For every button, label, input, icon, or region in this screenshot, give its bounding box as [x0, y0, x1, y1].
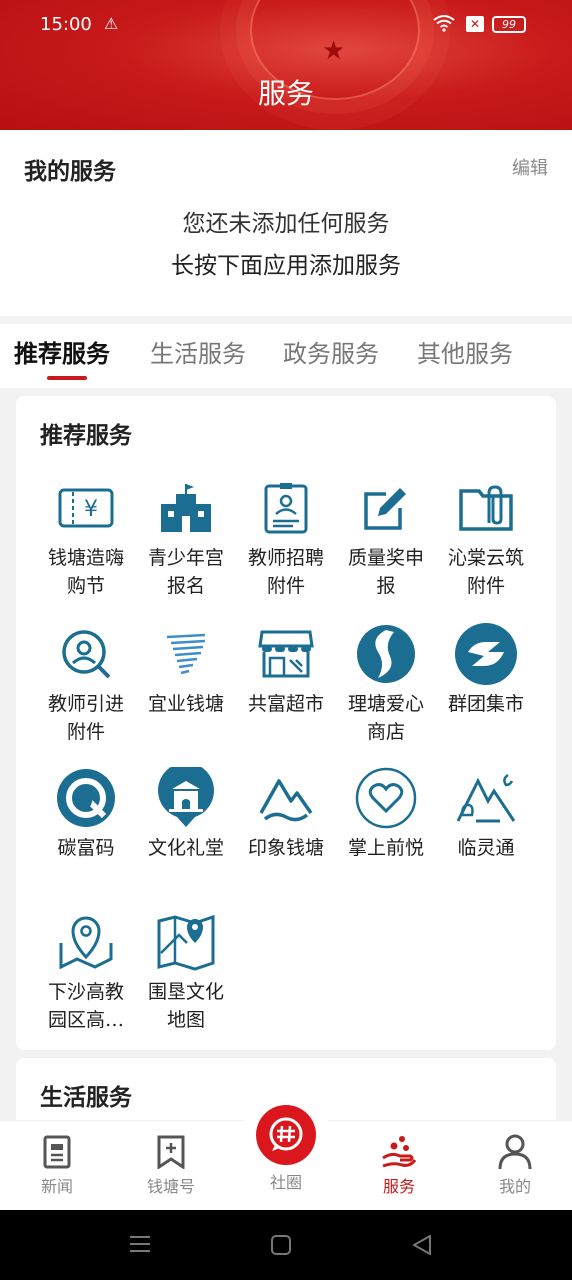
- home-icon[interactable]: [271, 1235, 291, 1255]
- service-label: 碳富码: [57, 837, 115, 859]
- service-label: 宜业钱塘: [147, 693, 224, 715]
- nav-community[interactable]: 社圈: [236, 1097, 336, 1192]
- service-item[interactable]: 群团集市: [436, 622, 536, 718]
- service-label: 掌上前悦: [347, 837, 424, 859]
- edit-button[interactable]: 编辑: [512, 154, 548, 180]
- service-item[interactable]: 质量奖申报: [336, 476, 436, 600]
- service-item[interactable]: 沁棠云筑附件: [436, 476, 536, 600]
- recommended-title: 推荐服务: [40, 423, 132, 449]
- service-item[interactable]: 青少年宫报名: [136, 476, 236, 600]
- service-label: 理塘爱心商店: [347, 693, 424, 743]
- swirl-logo-icon: [354, 622, 418, 686]
- bottom-nav: 新闻 钱塘号 社圈 服务 我的: [0, 1097, 572, 1210]
- folded-map-icon: [154, 910, 218, 974]
- map-pin-icon: [54, 910, 118, 974]
- service-item[interactable]: 理塘爱心商店: [336, 622, 436, 746]
- header-bar: ★ 15:00 ⚠ ✕ 99 服务: [0, 0, 572, 130]
- nav-label: 社圈: [269, 1173, 302, 1192]
- service-label: 印象钱塘: [247, 837, 324, 859]
- service-label: 质量奖申报: [347, 547, 424, 597]
- nav-news[interactable]: 新闻: [12, 1131, 102, 1197]
- user-icon: [470, 1131, 560, 1173]
- nav-mine[interactable]: 我的: [470, 1131, 560, 1197]
- menu-icon[interactable]: [130, 1236, 150, 1252]
- service-item[interactable]: 宜业钱塘: [136, 622, 236, 718]
- nav-service[interactable]: 服务: [354, 1131, 444, 1197]
- service-item[interactable]: 教师招聘附件: [236, 476, 336, 600]
- warning-icon: ⚠: [104, 14, 119, 33]
- back-icon[interactable]: [413, 1235, 431, 1255]
- carbon-q-icon: [54, 766, 118, 830]
- service-item[interactable]: 印象钱塘: [236, 766, 336, 862]
- service-label: 教师引进附件: [47, 693, 124, 743]
- service-item[interactable]: 下沙高教园区高…: [36, 910, 136, 1034]
- service-label: 临灵通: [457, 837, 515, 859]
- hashtag-chat-icon: [256, 1105, 316, 1165]
- mountain-wave-icon: [254, 766, 318, 830]
- status-bar: 15:00 ⚠ ✕ 99: [0, 0, 572, 52]
- system-nav-bar: [0, 1210, 572, 1280]
- nav-qiantanghao[interactable]: 钱塘号: [126, 1131, 216, 1197]
- battery-icon: 99: [492, 16, 526, 33]
- news-icon: [12, 1131, 102, 1173]
- edit-square-icon: [354, 476, 418, 540]
- tornado-lines-icon: [154, 622, 218, 686]
- service-item[interactable]: 教师引进附件: [36, 622, 136, 746]
- id-document-icon: [254, 476, 318, 540]
- empty-hint-line1: 您还未添加任何服务: [182, 211, 390, 237]
- service-label: 教师招聘附件: [247, 547, 324, 597]
- service-label: 下沙高教园区高…: [47, 981, 124, 1031]
- heart-circle-icon: [354, 766, 418, 830]
- wifi-icon: [432, 14, 456, 36]
- nav-label: 服务: [382, 1177, 415, 1196]
- mountain-moon-icon: [454, 766, 518, 830]
- my-services-title: 我的服务: [24, 159, 116, 185]
- service-item[interactable]: 围垦文化地图: [136, 910, 236, 1034]
- status-time: 15:00: [40, 14, 92, 35]
- service-item[interactable]: 碳富码: [36, 766, 136, 862]
- nav-label: 钱塘号: [146, 1177, 195, 1196]
- my-services-section: 我的服务 编辑 您还未添加任何服务 长按下面应用添加服务: [0, 130, 572, 316]
- service-tabs: 推荐服务 生活服务 政务服务 其他服务: [0, 324, 572, 388]
- recommended-card: 推荐服务 ¥ 钱塘造嗨购节 青少年宫报名 教师招聘附件 质量奖申报 沁棠云筑附件: [16, 396, 556, 1050]
- bookmark-plus-icon: [126, 1131, 216, 1173]
- service-item[interactable]: 共富超市: [236, 622, 336, 718]
- sim-error-icon: ✕: [466, 16, 484, 32]
- page-title: 服务: [257, 77, 314, 110]
- service-item[interactable]: ¥ 钱塘造嗨购节: [36, 476, 136, 600]
- service-label: 群团集市: [447, 693, 524, 715]
- folder-clip-icon: [454, 476, 518, 540]
- svg-text:¥: ¥: [84, 497, 98, 522]
- shop-front-icon: [254, 622, 318, 686]
- tab-recommended[interactable]: 推荐服务: [14, 334, 110, 369]
- service-item[interactable]: 文化礼堂: [136, 766, 236, 862]
- nav-label: 新闻: [40, 1177, 73, 1196]
- service-item[interactable]: 临灵通: [436, 766, 536, 862]
- life-services-title: 生活服务: [40, 1085, 132, 1111]
- s-logo-icon: [454, 622, 518, 686]
- ticket-yen-icon: ¥: [54, 476, 118, 540]
- service-label: 钱塘造嗨购节: [47, 547, 124, 597]
- hall-pin-icon: [154, 766, 218, 830]
- service-label: 文化礼堂: [147, 837, 224, 859]
- service-label: 共富超市: [247, 693, 324, 715]
- empty-hint-line2: 长按下面应用添加服务: [171, 253, 401, 279]
- tab-indicator: [47, 376, 87, 380]
- tab-other[interactable]: 其他服务: [417, 334, 513, 369]
- nav-label: 我的: [498, 1177, 531, 1196]
- service-item[interactable]: 掌上前悦: [336, 766, 436, 862]
- tab-government[interactable]: 政务服务: [283, 334, 379, 369]
- service-label: 青少年宫报名: [147, 547, 224, 597]
- tab-life[interactable]: 生活服务: [150, 334, 246, 369]
- service-label: 围垦文化地图: [147, 981, 224, 1031]
- service-label: 沁棠云筑附件: [447, 547, 524, 597]
- school-building-icon: [154, 476, 218, 540]
- person-search-icon: [54, 622, 118, 686]
- service-hand-icon: [354, 1131, 444, 1173]
